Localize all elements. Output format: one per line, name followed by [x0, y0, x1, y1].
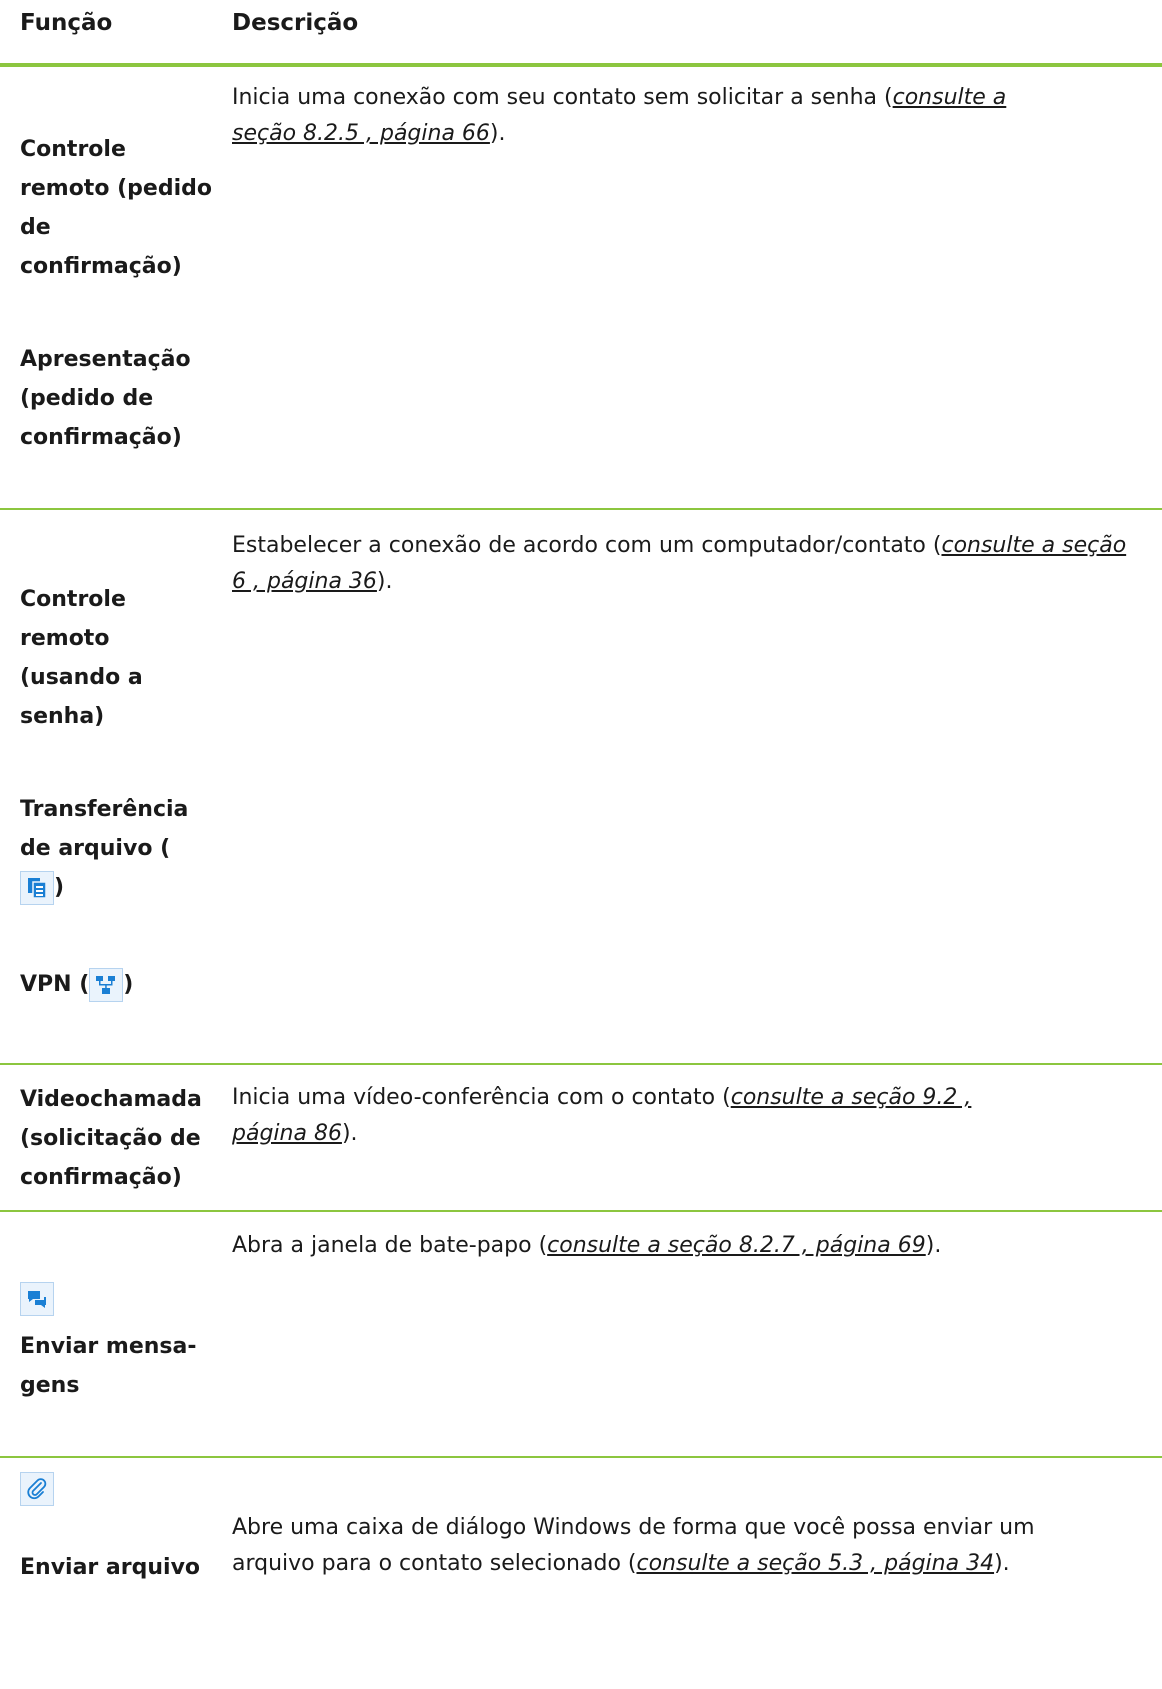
function-remote-control-password: Controle remoto (usando a senha): [20, 587, 143, 729]
description-row-2: Estabelecer a conexão de acordo com um c…: [232, 533, 1127, 594]
function-file-transfer: Transferência de arquivo ( ): [20, 790, 215, 907]
chat-icon: [20, 1282, 54, 1316]
file-transfer-icon: [20, 871, 54, 905]
reference-link[interactable]: consulte a seção 5.3 , página 34: [636, 1551, 994, 1576]
description-row-4: Abra a janela de bate-papo (consulte a s…: [232, 1233, 942, 1258]
header-divider: [0, 63, 1162, 67]
description-row-5: Abre uma caixa de diálogo Windows de for…: [232, 1515, 1035, 1576]
function-video-call: Videochamada (solicitação de confirmação…: [20, 1087, 202, 1190]
description-row-3: Inicia uma vídeo-conferência com o conta…: [232, 1085, 972, 1146]
reference-link[interactable]: consulte a seção 8.2.7 , página 69: [547, 1233, 926, 1258]
function-send-messages: Enviar mensa- gens: [20, 1334, 197, 1398]
row-divider: [0, 1210, 1162, 1212]
row-divider: [0, 1456, 1162, 1458]
column-header-description: Descrição: [232, 10, 359, 36]
row-divider: [0, 508, 1162, 510]
vpn-network-icon: [89, 968, 124, 1002]
function-presentation-confirmation: Apresentação (pedido de confirmação): [20, 347, 191, 450]
paperclip-icon: [20, 1472, 54, 1506]
description-row-1: Inicia uma conexão com seu contato sem s…: [232, 85, 1007, 146]
function-remote-control-confirmation: Controle remoto (pedido de confirmação): [20, 137, 212, 279]
column-header-function: Função: [20, 10, 113, 36]
row-divider: [0, 1063, 1162, 1065]
function-vpn: VPN ( ): [20, 965, 215, 1004]
function-send-file: Enviar arquivo: [20, 1555, 201, 1580]
table-header: Função Descrição: [0, 0, 1162, 64]
